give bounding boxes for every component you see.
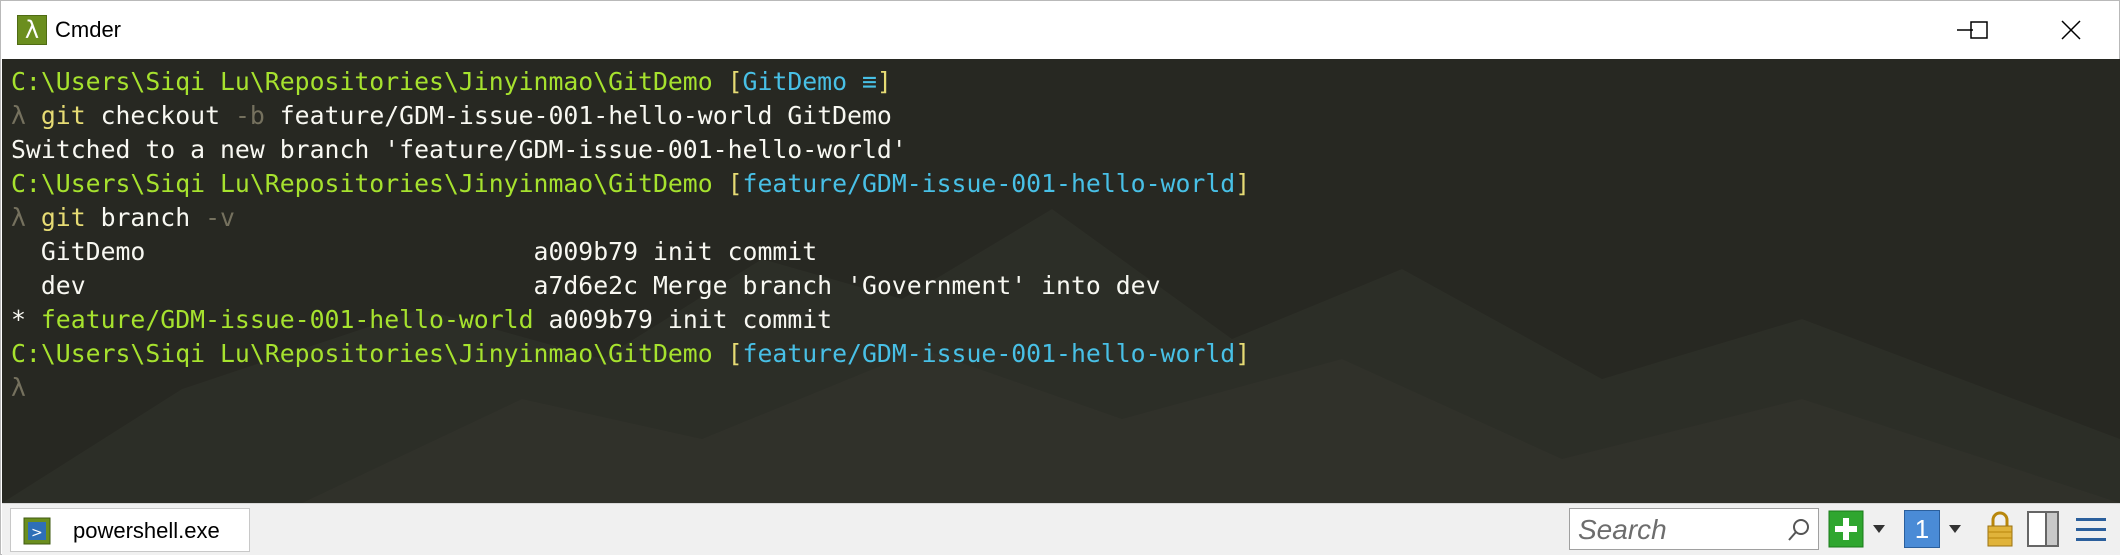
terminal-text-segment: ] xyxy=(876,67,892,96)
close-button[interactable] xyxy=(2025,1,2117,59)
terminal-text-segment: [ xyxy=(727,67,743,96)
status-bar: > powershell.exe Search 1 xyxy=(2,503,2120,555)
terminal-text-segment: [ xyxy=(727,169,743,198)
terminal-text-segment: C:\Users\Siqi Lu\Repositories\Jinyinmao\… xyxy=(11,67,728,96)
title-bar[interactable]: λ Cmder xyxy=(1,1,2119,59)
split-view-icon[interactable] xyxy=(2026,510,2060,548)
cmder-window: λ Cmder C:\Users\Siqi Lu\Repositories\Ji… xyxy=(0,0,2120,555)
terminal-text-segment: C:\Users\Siqi Lu\Repositories\Jinyinmao\… xyxy=(11,169,728,198)
terminal-text-segment: λ xyxy=(11,101,41,130)
new-console-button[interactable] xyxy=(1828,510,1864,548)
terminal-text-segment: GitDemo ≡ xyxy=(742,67,877,96)
terminal-text-segment: λ xyxy=(11,203,41,232)
terminal-text-segment: git xyxy=(40,101,101,130)
search-input[interactable]: Search xyxy=(1569,508,1819,550)
terminal-text-segment: feature/GDM-issue-001-hello-world xyxy=(742,169,1236,198)
svg-text:>: > xyxy=(31,525,43,541)
terminal-text-segment: ] xyxy=(1235,339,1251,368)
console-tab[interactable]: > powershell.exe xyxy=(10,508,250,552)
terminal-text-segment: Switched to a new branch 'feature/GDM-is… xyxy=(11,135,907,164)
lock-icon[interactable] xyxy=(1984,510,2016,548)
maximize-icon xyxy=(1970,21,1988,39)
terminal-text-segment: -v xyxy=(205,203,235,232)
terminal-text-segment: a009b79 init commit xyxy=(533,237,818,266)
terminal-area[interactable]: C:\Users\Siqi Lu\Repositories\Jinyinmao\… xyxy=(2,59,2120,503)
terminal-text-segment: C:\Users\Siqi Lu\Repositories\Jinyinmao\… xyxy=(11,339,728,368)
terminal-text-segment: dev xyxy=(11,271,534,300)
terminal-output: C:\Users\Siqi Lu\Repositories\Jinyinmao\… xyxy=(11,65,1250,405)
terminal-text-segment: GitDemo xyxy=(11,237,534,266)
tab-label: powershell.exe xyxy=(73,518,220,543)
terminal-text-segment: checkout xyxy=(100,101,235,130)
console-number-button[interactable]: 1 xyxy=(1904,510,1940,548)
terminal-text-segment: ] xyxy=(1235,169,1251,198)
lambda-app-icon[interactable]: λ xyxy=(17,15,47,45)
terminal-line: dev a7d6e2c Merge branch 'Government' in… xyxy=(11,269,1250,303)
terminal-line: C:\Users\Siqi Lu\Repositories\Jinyinmao\… xyxy=(11,65,1250,99)
console-list-dropdown-icon[interactable] xyxy=(1948,524,1962,534)
terminal-text-segment: -b xyxy=(234,101,280,130)
terminal-line: λ git checkout -b feature/GDM-issue-001-… xyxy=(11,99,1250,133)
search-icon[interactable] xyxy=(1786,517,1812,543)
terminal-text-segment: a7d6e2c Merge branch 'Government' into d… xyxy=(533,271,1161,300)
terminal-line: Switched to a new branch 'feature/GDM-is… xyxy=(11,133,1250,167)
terminal-text-segment: feature/GDM-issue-001-hello-world GitDem… xyxy=(279,101,892,130)
terminal-text-segment: * xyxy=(11,305,41,334)
maximize-button[interactable] xyxy=(1933,1,2025,59)
terminal-text-segment: git xyxy=(40,203,101,232)
terminal-line: * feature/GDM-issue-001-hello-world a009… xyxy=(11,303,1250,337)
terminal-text-segment: branch xyxy=(100,203,206,232)
close-icon xyxy=(2061,20,2081,40)
terminal-line: GitDemo a009b79 init commit xyxy=(11,235,1250,269)
terminal-text-segment: [ xyxy=(727,339,743,368)
terminal-text-segment: feature/GDM-issue-001-hello-world xyxy=(40,305,534,334)
terminal-line: λ xyxy=(11,371,1250,405)
terminal-text-segment: feature/GDM-issue-001-hello-world xyxy=(742,339,1236,368)
search-placeholder: Search xyxy=(1578,514,1667,545)
terminal-line: C:\Users\Siqi Lu\Repositories\Jinyinmao\… xyxy=(11,167,1250,201)
terminal-line: λ git branch -v xyxy=(11,201,1250,235)
powershell-tab-icon: > xyxy=(23,517,51,545)
terminal-text-segment: λ xyxy=(11,373,26,402)
terminal-text-segment: a009b79 init commit xyxy=(533,305,833,334)
new-console-dropdown-icon[interactable] xyxy=(1872,524,1886,534)
terminal-line: C:\Users\Siqi Lu\Repositories\Jinyinmao\… xyxy=(11,337,1250,371)
hamburger-menu-icon[interactable] xyxy=(2072,510,2110,548)
window-title: Cmder xyxy=(55,17,122,42)
